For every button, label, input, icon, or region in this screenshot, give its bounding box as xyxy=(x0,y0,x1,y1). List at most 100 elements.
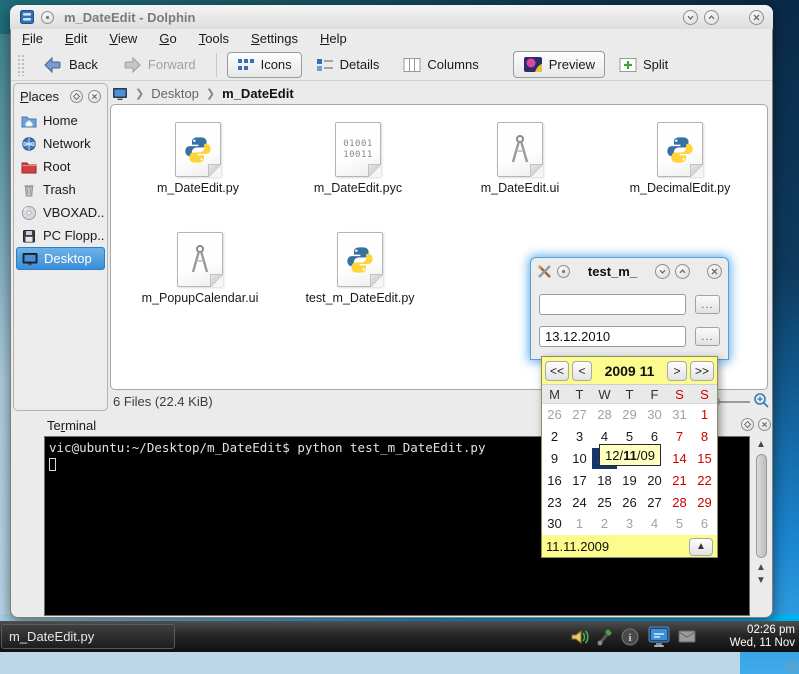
sidebar-item-home[interactable]: Home xyxy=(16,109,105,132)
menu-settings[interactable]: Settings xyxy=(251,31,298,49)
browse-button-top[interactable]: ... xyxy=(695,295,720,314)
menu-file[interactable]: File xyxy=(22,31,43,49)
forward-button[interactable]: Forward xyxy=(112,51,206,79)
sidebar-item-root[interactable]: Root xyxy=(16,155,105,178)
menu-edit[interactable]: Edit xyxy=(65,31,87,49)
sidebar-item-desktop[interactable]: Desktop xyxy=(16,247,105,270)
calendar-day[interactable]: 6 xyxy=(692,516,717,531)
calendar-day[interactable]: 2 xyxy=(542,429,567,444)
calendar-day[interactable]: 14 xyxy=(667,451,692,466)
scroll-down-icon[interactable]: ▼ xyxy=(753,574,769,587)
dialog-close-button[interactable] xyxy=(707,264,722,279)
calendar-day[interactable]: 8 xyxy=(692,429,717,444)
date-field-top[interactable] xyxy=(539,294,686,315)
display-settings-icon[interactable] xyxy=(646,624,672,650)
menu-tools[interactable]: Tools xyxy=(199,31,229,49)
dialog-title-bar[interactable]: test_m_ xyxy=(530,258,729,285)
title-bar[interactable]: m_DateEdit - Dolphin xyxy=(10,5,773,29)
calendar-day[interactable]: 2 xyxy=(592,516,617,531)
file-item[interactable]: test_m_DateEdit.py xyxy=(285,225,435,305)
zoom-in-icon[interactable] xyxy=(753,392,770,409)
places-float-button[interactable] xyxy=(70,90,83,103)
next-year-button[interactable]: >> xyxy=(690,361,714,381)
prev-year-button[interactable]: << xyxy=(545,361,569,381)
calendar-day[interactable]: 9 xyxy=(542,451,567,466)
calendar-day[interactable]: 17 xyxy=(567,473,592,488)
browse-button-bottom[interactable]: ... xyxy=(695,327,720,346)
sidebar-item-vboxad[interactable]: VBOXAD... xyxy=(16,201,105,224)
calendar-day[interactable]: 22 xyxy=(692,473,717,488)
calendar-day[interactable]: 4 xyxy=(592,429,617,444)
calendar-day[interactable]: 31 xyxy=(667,407,692,422)
sidebar-item-network[interactable]: Network xyxy=(16,132,105,155)
resize-grip[interactable] xyxy=(786,661,798,673)
calendar-day[interactable]: 20 xyxy=(642,473,667,488)
file-item[interactable]: m_DateEdit.ui xyxy=(445,115,595,195)
calendar-day[interactable]: 30 xyxy=(542,516,567,531)
calendar-day[interactable]: 30 xyxy=(642,407,667,422)
breadcrumb-parent[interactable]: Desktop xyxy=(151,86,199,101)
calendar-day[interactable]: 3 xyxy=(617,516,642,531)
terminal-close-button[interactable] xyxy=(758,418,771,431)
preview-button[interactable]: Preview xyxy=(513,51,605,78)
calendar-day[interactable]: 28 xyxy=(667,495,692,510)
scroll-up-icon[interactable]: ▲ xyxy=(753,561,769,574)
volume-icon[interactable] xyxy=(570,627,590,647)
calendar-day[interactable]: 1 xyxy=(567,516,592,531)
calendar-day[interactable]: 10 xyxy=(567,451,592,466)
breadcrumb-current[interactable]: m_DateEdit xyxy=(222,86,294,101)
calendar-day[interactable]: 26 xyxy=(542,407,567,422)
close-button[interactable] xyxy=(749,10,764,25)
calendar-day[interactable]: 4 xyxy=(642,516,667,531)
zoom-slider-track[interactable] xyxy=(714,401,750,403)
toolbar-drag-handle[interactable] xyxy=(17,54,25,76)
back-button[interactable]: Back xyxy=(33,51,108,79)
file-item[interactable]: m_PopupCalendar.ui xyxy=(125,225,275,305)
date-field-bottom[interactable] xyxy=(539,326,686,347)
minimize-button[interactable] xyxy=(683,10,698,25)
prev-month-button[interactable]: < xyxy=(572,361,592,381)
icons-view-button[interactable]: Icons xyxy=(227,52,302,78)
calendar-day[interactable]: 24 xyxy=(567,495,592,510)
clock[interactable]: 02:26 pm Wed, 11 Nov xyxy=(730,624,799,650)
calendar-day[interactable]: 15 xyxy=(692,451,717,466)
window-menu-button[interactable] xyxy=(41,11,54,24)
file-item[interactable]: m_DecimalEdit.py xyxy=(605,115,755,195)
calendar-day[interactable]: 1 xyxy=(692,407,717,422)
calendar-day[interactable]: 5 xyxy=(617,429,642,444)
calendar-day[interactable]: 23 xyxy=(542,495,567,510)
klipper-icon[interactable] xyxy=(596,627,614,647)
mail-notifier-icon[interactable] xyxy=(678,630,696,643)
next-month-button[interactable]: > xyxy=(667,361,687,381)
terminal-scrollbar[interactable]: ▲ ▲ ▼ xyxy=(753,438,769,598)
columns-view-button[interactable]: Columns xyxy=(393,52,488,78)
menu-go[interactable]: Go xyxy=(159,31,176,49)
calendar-day[interactable]: 29 xyxy=(617,407,642,422)
calendar-day[interactable]: 7 xyxy=(667,429,692,444)
info-icon[interactable]: i xyxy=(620,627,640,647)
dialog-minimize-button[interactable] xyxy=(655,264,670,279)
places-close-button[interactable] xyxy=(88,90,101,103)
calendar-day[interactable]: 28 xyxy=(592,407,617,422)
file-item[interactable]: 0100110011m_DateEdit.pyc xyxy=(283,115,433,195)
calendar-day[interactable]: 27 xyxy=(567,407,592,422)
calendar-day[interactable]: 19 xyxy=(617,473,642,488)
details-view-button[interactable]: Details xyxy=(306,52,390,78)
calendar-day[interactable]: 27 xyxy=(642,495,667,510)
split-button[interactable]: Split xyxy=(609,52,678,78)
terminal-float-button[interactable] xyxy=(741,418,754,431)
calendar-day[interactable]: 16 xyxy=(542,473,567,488)
menu-help[interactable]: Help xyxy=(320,31,347,49)
dialog-maximize-button[interactable] xyxy=(675,264,690,279)
calendar-day[interactable]: 26 xyxy=(617,495,642,510)
calendar-day[interactable]: 3 xyxy=(567,429,592,444)
calendar-spin-button[interactable]: ▲ xyxy=(689,538,713,556)
calendar-day[interactable]: 5 xyxy=(667,516,692,531)
calendar-day[interactable]: 29 xyxy=(692,495,717,510)
scroll-up-icon[interactable]: ▲ xyxy=(753,438,769,451)
dialog-window-menu-button[interactable] xyxy=(557,265,570,278)
sidebar-item-trash[interactable]: Trash xyxy=(16,178,105,201)
menu-view[interactable]: View xyxy=(109,31,137,49)
taskbar-task-button[interactable]: m_DateEdit.py xyxy=(1,624,175,649)
calendar-day[interactable]: 18 xyxy=(592,473,617,488)
